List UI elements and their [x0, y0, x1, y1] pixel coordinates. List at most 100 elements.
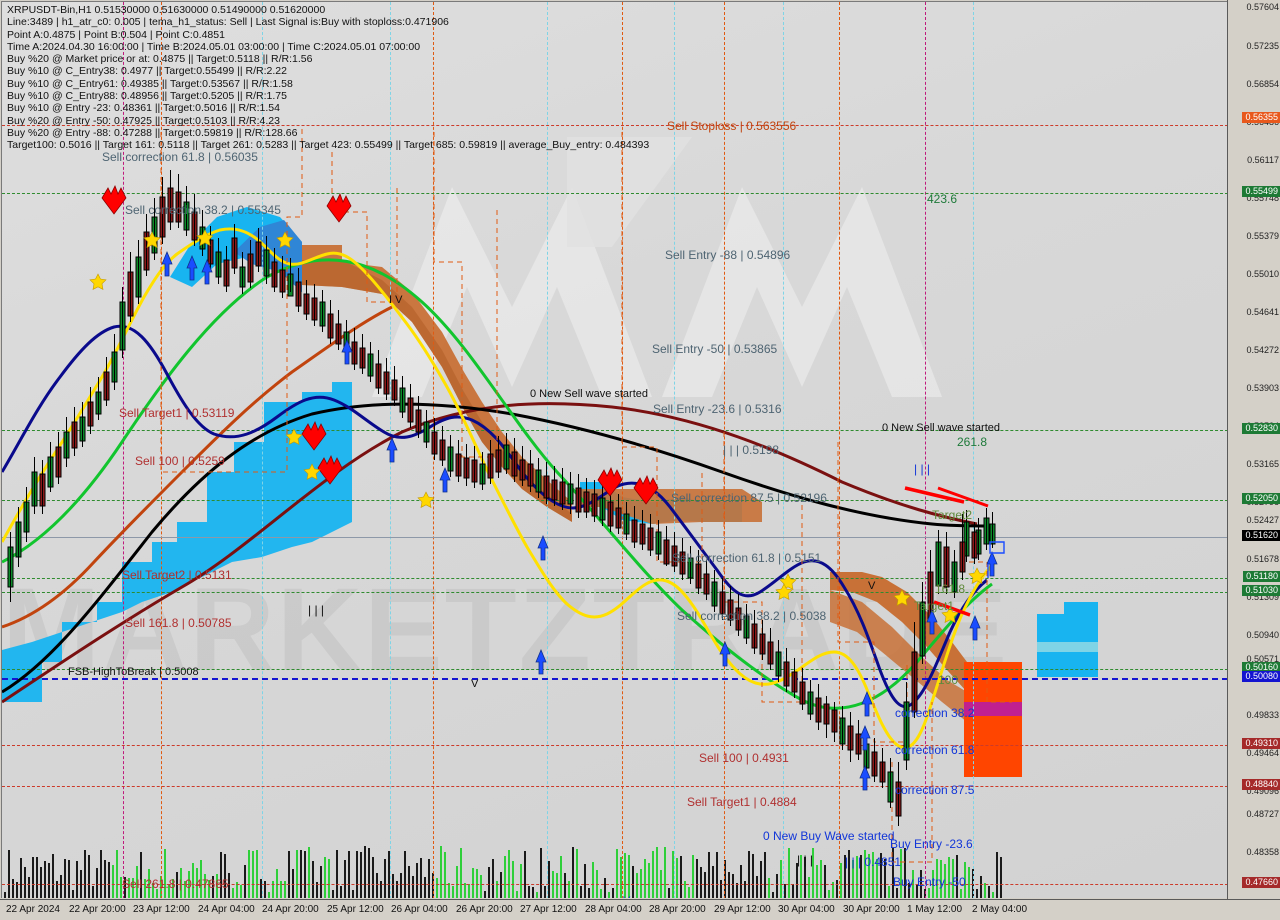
chart-annotation: V	[623, 895, 630, 898]
volume-bar	[680, 856, 682, 898]
volume-bar	[368, 848, 370, 898]
time-axis[interactable]: 22 Apr 2024 22 Apr 20:00 23 Apr 12:00 24 Ap…	[0, 899, 1280, 920]
volume-bar	[300, 850, 302, 898]
price-level-line	[2, 678, 1227, 680]
volume-bar	[32, 857, 34, 898]
time-tick: 26 Apr 04:00	[391, 904, 448, 915]
volume-bar	[488, 867, 490, 898]
volume-bar	[492, 859, 494, 898]
volume-bar	[8, 850, 10, 898]
volume-bar	[600, 889, 602, 898]
volume-bar	[592, 862, 594, 898]
volume-bar	[352, 890, 354, 898]
volume-bar	[524, 851, 526, 898]
volume-bar	[564, 873, 566, 898]
header-line-1: Line:3489 | h1_atr_c0: 0.005 | tema_h1_s…	[7, 16, 449, 29]
volume-bar	[668, 888, 670, 898]
volume-bar	[372, 857, 374, 898]
chart-info-header: XRPUSDT-Bin,H1 0.51530000 0.51630000 0.5…	[7, 4, 649, 152]
volume-bar	[456, 866, 458, 898]
volume-bar	[112, 865, 114, 898]
volume-bar	[224, 854, 226, 898]
volume-bar	[768, 878, 770, 898]
volume-bar	[748, 851, 750, 898]
volume-bar	[268, 892, 270, 898]
volume-bar	[572, 847, 574, 898]
header-line-0: XRPUSDT-Bin,H1 0.51530000 0.51630000 0.5…	[7, 4, 326, 16]
volume-bar	[512, 861, 514, 898]
volume-bar	[616, 849, 618, 898]
chart-annotation: V	[868, 580, 876, 592]
volume-bar	[604, 878, 606, 898]
time-tick: 28 Apr 04:00	[585, 904, 642, 915]
volume-bar	[676, 858, 678, 898]
volume-bar	[356, 851, 358, 898]
volume-bar	[720, 880, 722, 898]
price-badge: 0.51180	[1243, 571, 1280, 582]
volume-bar	[820, 860, 822, 898]
volume-bar	[376, 873, 378, 898]
price-badge: 0.52050	[1242, 493, 1280, 504]
volume-bar	[36, 857, 38, 898]
volume-bar	[824, 865, 826, 898]
volume-bar	[516, 891, 518, 898]
chart-annotation: correction 61.8	[895, 743, 975, 757]
volume-bar	[320, 866, 322, 898]
price-badge: 0.52830	[1242, 423, 1280, 434]
price-badge: 0.50080	[1242, 671, 1280, 682]
volume-bar	[548, 861, 550, 898]
chart-annotation: Sell Entry -88 | 0.54896	[665, 248, 791, 262]
volume-bar	[472, 868, 474, 898]
volume-bar	[576, 849, 578, 898]
volume-bar	[652, 851, 654, 898]
time-tick: 30 Apr 04:00	[778, 904, 835, 915]
time-marker-line	[674, 2, 675, 898]
chart-annotation: Target1	[914, 599, 955, 613]
time-tick: 23 Apr 12:00	[133, 904, 190, 915]
volume-bar	[612, 888, 614, 898]
chart-annotation: 0 New Sell wave started	[530, 388, 648, 400]
chart-pane[interactable]: MARKETZTRADE XRPUSDT-Bin,H1 0.51530000 0…	[1, 1, 1227, 898]
volume-bar	[468, 884, 470, 898]
volume-bar	[256, 850, 258, 898]
time-marker-line	[839, 2, 840, 898]
volume-bar	[816, 865, 818, 898]
time-tick: 24 Apr 20:00	[262, 904, 319, 915]
volume-bar	[60, 875, 62, 898]
chart-annotation: | | | 0.4851	[845, 855, 902, 869]
volume-bar	[520, 864, 522, 898]
volume-bar	[248, 850, 250, 898]
volume-bar	[348, 851, 350, 898]
volume-bar	[116, 850, 118, 898]
volume-bar	[436, 878, 438, 898]
volume-bar	[24, 867, 26, 898]
volume-bar	[48, 863, 50, 898]
volume-bar	[328, 859, 330, 898]
time-marker-line	[925, 2, 926, 898]
chart-annotation: I V	[389, 294, 403, 306]
time-tick: 22 Apr 2024	[6, 904, 60, 915]
time-tick: 26 Apr 20:00	[456, 904, 513, 915]
chart-annotation: V	[471, 678, 479, 690]
chart-annotation: Sell Target1 | 0.4884	[687, 795, 797, 809]
volume-bar	[72, 890, 74, 898]
volume-bar	[20, 858, 22, 898]
volume-bar	[408, 866, 410, 898]
volume-bar	[76, 861, 78, 898]
header-line-10: Buy %20 @ Entry -88: 0.47288 || Target:0…	[7, 126, 298, 139]
chart-annotation: Sell 261.8 | 0.47865	[122, 877, 229, 891]
volume-bar	[252, 851, 254, 898]
volume-bar	[664, 847, 666, 898]
volume-bar	[392, 874, 394, 898]
volume-bar	[384, 859, 386, 898]
volume-bar	[1000, 857, 1002, 898]
chart-annotation: | | |	[797, 853, 814, 867]
volume-bar	[288, 851, 290, 898]
price-axis[interactable]: 0.576040.572350.568540.564860.561170.557…	[1227, 0, 1280, 899]
volume-bar	[888, 886, 890, 898]
volume-bar	[360, 852, 362, 898]
chart-annotation: Sell 100 | 0.4931	[699, 751, 789, 765]
chart-annotation: Sell Entry -50 | 0.53865	[652, 342, 778, 356]
volume-bar	[628, 855, 630, 898]
chart-annotation: Sell 100 | 0.5259	[135, 454, 225, 468]
